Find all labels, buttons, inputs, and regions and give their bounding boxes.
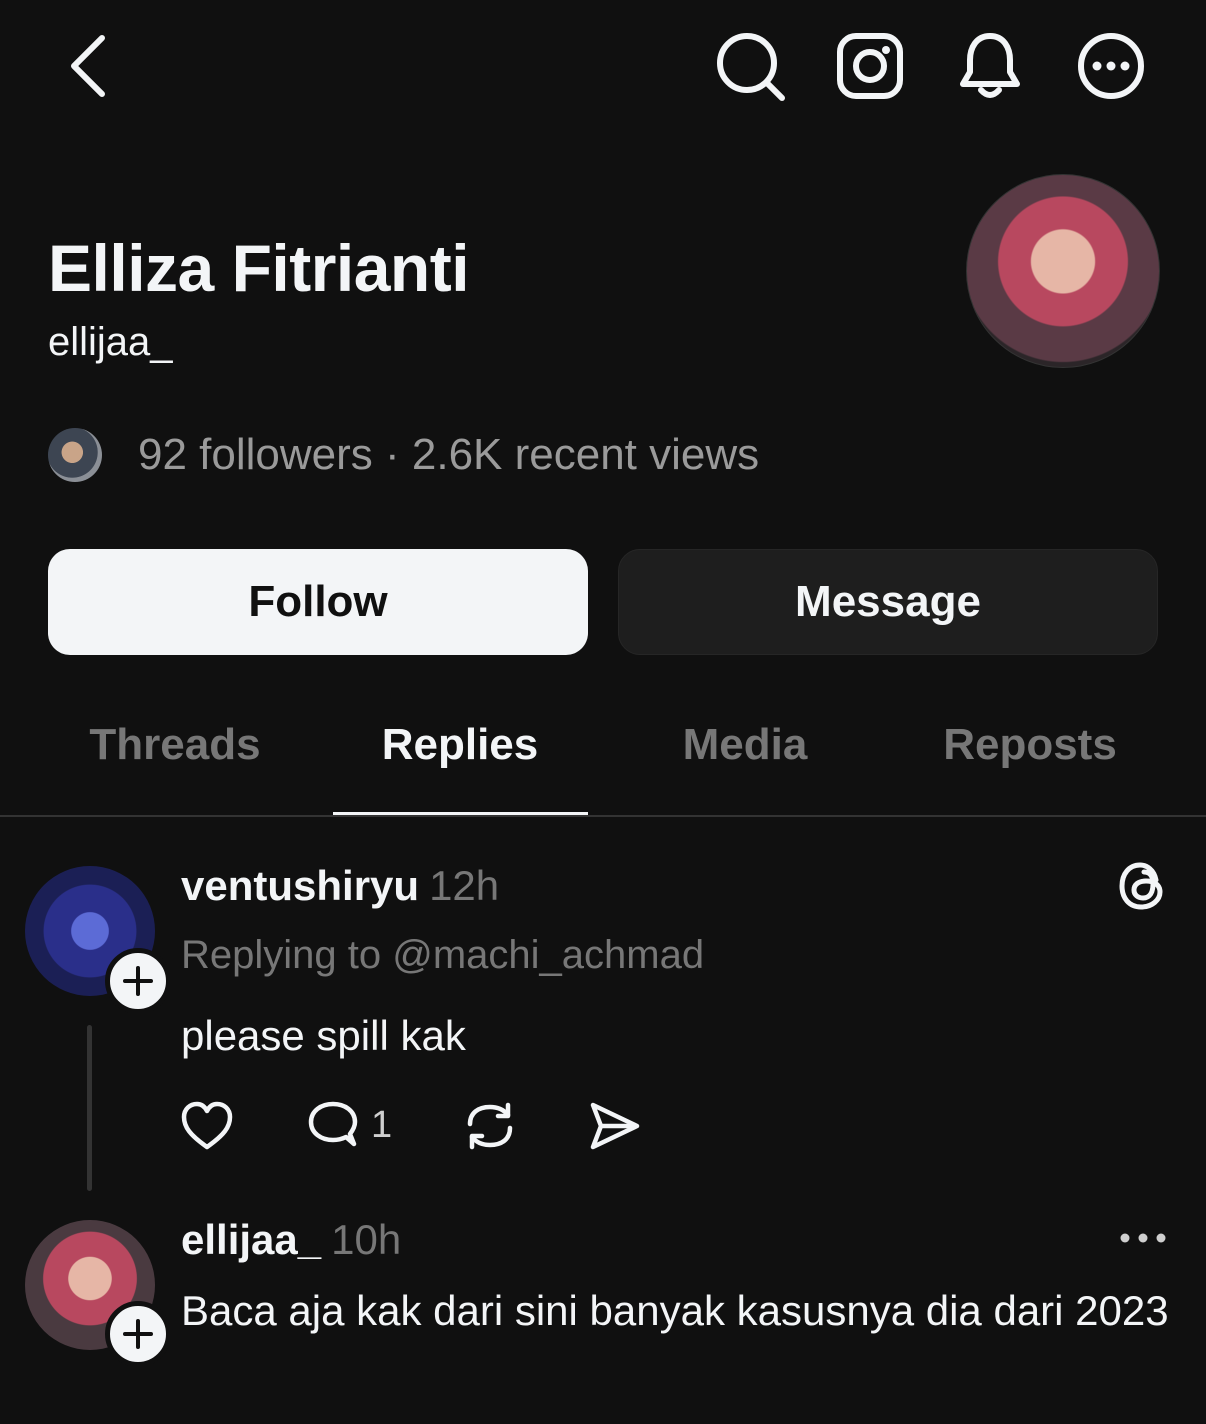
tab-replies[interactable]: Replies xyxy=(309,720,611,770)
post-text: please spill kak xyxy=(181,1012,466,1059)
post-author-name[interactable]: ventushiryu xyxy=(181,862,419,909)
post-text: Baca aja kak dari sini banyak kasusnya d… xyxy=(181,1287,1169,1334)
share-icon[interactable] xyxy=(588,1100,642,1152)
follow-plus-icon[interactable] xyxy=(105,1301,171,1367)
profile-username: ellijaa_ xyxy=(48,320,173,364)
tab-divider xyxy=(0,815,1206,817)
tab-media[interactable]: Media xyxy=(594,720,896,770)
search-icon[interactable] xyxy=(714,30,786,102)
profile-avatar[interactable] xyxy=(966,174,1160,368)
post-timestamp: 12h xyxy=(429,862,500,909)
post-author[interactable]: ellijaa_ 10h xyxy=(181,1216,401,1264)
repost-icon[interactable] xyxy=(462,1100,518,1152)
more-icon[interactable] xyxy=(1075,30,1147,102)
tab-reposts[interactable]: Reposts xyxy=(879,720,1181,770)
tab-threads[interactable]: Threads xyxy=(24,720,326,770)
follow-plus-icon[interactable] xyxy=(105,948,171,1014)
reply-count: 1 xyxy=(371,1104,393,1146)
profile-display-name: Elliza Fitrianti xyxy=(48,231,470,305)
post-more-icon[interactable] xyxy=(1118,1226,1168,1250)
reply-icon[interactable] xyxy=(306,1100,360,1152)
follower-avatar[interactable] xyxy=(48,428,102,482)
replying-to-label[interactable]: Replying to @machi_achmad xyxy=(181,933,704,978)
message-button[interactable]: Message xyxy=(618,549,1158,655)
like-icon[interactable] xyxy=(180,1100,234,1152)
thread-connector-line xyxy=(87,1025,92,1191)
back-icon[interactable] xyxy=(62,30,112,100)
threads-logo-icon[interactable] xyxy=(1116,858,1170,914)
bell-icon[interactable] xyxy=(958,30,1022,102)
post-author-name[interactable]: ellijaa_ xyxy=(181,1216,321,1263)
post-author[interactable]: ventushiryu 12h xyxy=(181,862,499,910)
followers-count[interactable]: 92 followers · 2.6K recent views xyxy=(138,430,759,480)
post-timestamp: 10h xyxy=(331,1216,402,1263)
follow-button[interactable]: Follow xyxy=(48,549,588,655)
instagram-icon[interactable] xyxy=(836,30,904,102)
